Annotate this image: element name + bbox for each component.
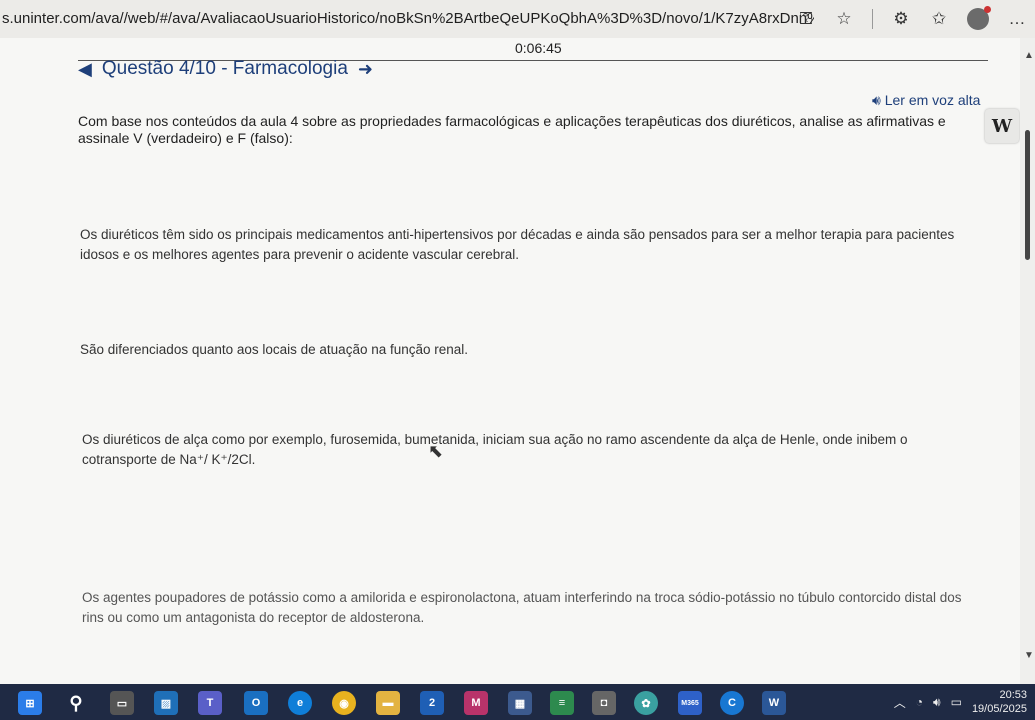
- windows-taskbar: ⊞ ⚲ ▭ ▨ T O e ◉ ▬ 2 M ▦ ≡ ◘ ✿ M365 C W ︿…: [0, 684, 1035, 720]
- chrome-icon[interactable]: ◉: [332, 691, 356, 715]
- photos-icon[interactable]: ▨: [154, 691, 178, 715]
- m365-label: M365: [681, 699, 699, 707]
- read-aloud-button[interactable]: 🔊︎ Ler em voz alta: [872, 92, 980, 109]
- page-scrollbar[interactable]: ▲ ▼: [1020, 38, 1035, 684]
- search-icon[interactable]: ⚲: [64, 691, 88, 715]
- statement-item-2: São diferenciados quanto aos locais de a…: [80, 342, 469, 357]
- game-icon[interactable]: ✿: [634, 691, 658, 715]
- edge-browser-icon[interactable]: e: [288, 691, 312, 715]
- wifi-icon[interactable]: ◔: [916, 695, 923, 709]
- scrollbar-thumb[interactable]: [1025, 130, 1030, 260]
- word-icon[interactable]: W: [762, 691, 786, 715]
- m365-icon[interactable]: M365: [678, 691, 702, 715]
- browser-address-bar: s.uninter.com/ava//web/#/ava/AvaliacaoUs…: [0, 0, 1035, 38]
- notification-badge: 2: [428, 697, 436, 709]
- scroll-down-icon[interactable]: ▼: [1024, 650, 1034, 661]
- cortana-icon[interactable]: C: [720, 691, 744, 715]
- favorites-list-icon[interactable]: ✩: [929, 9, 949, 29]
- favorite-star-icon[interactable]: ☆: [834, 9, 854, 29]
- question-title: Questão 4/10 - Farmacologia: [101, 58, 348, 79]
- speaker-icon: 🔊︎: [872, 92, 881, 108]
- profile-avatar[interactable]: [967, 6, 991, 30]
- task-view-icon[interactable]: ▭: [110, 691, 134, 715]
- volume-icon[interactable]: 🔊︎: [933, 695, 941, 710]
- statement-item-4: Os agentes poupadores de potássio como a…: [82, 590, 962, 625]
- browser-toolbar: ⚿ ☆ ⚙ ✩ …: [796, 6, 1027, 30]
- outlook-icon[interactable]: O: [244, 691, 268, 715]
- file-explorer-icon[interactable]: ▬: [376, 691, 400, 715]
- read-aloud-label: Ler em voz alta: [884, 92, 981, 108]
- chevron-up-icon[interactable]: ︿: [894, 694, 906, 711]
- more-options-icon[interactable]: …: [1007, 9, 1027, 29]
- camera-icon[interactable]: ◘: [592, 691, 616, 715]
- teams-icon[interactable]: T: [198, 691, 222, 715]
- url-text[interactable]: s.uninter.com/ava//web/#/ava/AvaliacaoUs…: [2, 10, 814, 27]
- exam-page: 0:06:45 ◀ Questão 4/10 - Farmacologia ➜ …: [0, 38, 1020, 684]
- exam-timer: 0:06:45: [515, 40, 562, 56]
- next-question-arrow-icon[interactable]: ➜: [358, 59, 373, 80]
- key-icon[interactable]: ⚿: [796, 9, 816, 29]
- word-label: W: [768, 697, 780, 709]
- battery-icon[interactable]: ▭: [951, 695, 962, 709]
- clock-date: 19/05/2025: [971, 703, 1027, 715]
- windows-start-icon[interactable]: ⊞: [18, 691, 42, 715]
- question-statement: Com base nos conteúdos da aula 4 sobre a…: [78, 113, 946, 146]
- previous-question-arrow-icon[interactable]: ◀: [78, 59, 92, 80]
- system-tray: ︿ ◔ 🔊︎ ▭ 20:53 19/05/2025: [894, 684, 1027, 720]
- notes-icon[interactable]: ≡: [550, 691, 574, 715]
- toolbar-divider: [872, 9, 873, 29]
- statement-item-1: Os diuréticos têm sido os principais med…: [80, 227, 955, 262]
- lync-icon[interactable]: 2: [420, 691, 444, 715]
- immersive-reader-w-icon[interactable]: W: [985, 109, 1019, 143]
- clock[interactable]: 20:53 19/05/2025: [972, 688, 1027, 716]
- question-header: ◀ Questão 4/10 - Farmacologia ➜: [78, 58, 373, 80]
- mouse-cursor-icon: ⬉: [428, 441, 444, 461]
- clock-time: 20:53: [999, 689, 1027, 701]
- extensions-icon[interactable]: ⚙: [891, 9, 911, 29]
- scroll-up-icon[interactable]: ▲: [1024, 50, 1034, 61]
- calculator-icon[interactable]: ▦: [508, 691, 532, 715]
- mcafee-icon[interactable]: M: [464, 691, 488, 715]
- statement-item-3: Os diuréticos de alça como por exemplo, …: [82, 432, 908, 467]
